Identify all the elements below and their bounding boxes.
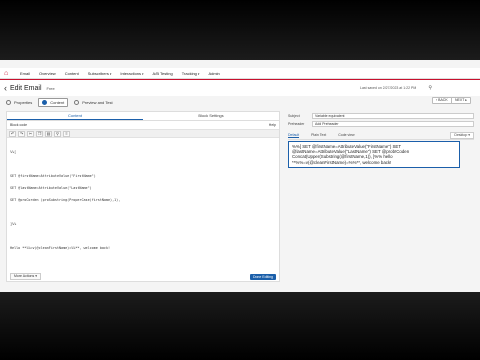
subject-label: Subject: [288, 114, 300, 118]
step-content[interactable]: Content: [38, 97, 69, 107]
top-navigation: ⌂ Email Overview Content Subscribers▾ In…: [0, 68, 480, 79]
copy-icon[interactable]: ❐: [36, 130, 43, 137]
preheader-row: Preheader Add Preheader: [288, 120, 474, 128]
title-bar: ‹ Edit Email Free Last saved on 2/27/202…: [0, 80, 480, 96]
app-screen: ⌂ Email Overview Content Subscribers▾ In…: [0, 60, 480, 292]
pin-icon[interactable]: ⚲: [428, 85, 432, 91]
subject-field[interactable]: Variable equivalent: [312, 113, 474, 119]
preheader-field[interactable]: Add Preheader: [312, 121, 474, 127]
nav-item-overview[interactable]: Overview: [39, 71, 56, 76]
nav-item-email[interactable]: Email: [20, 71, 30, 76]
preview-tabs: Default Plain Text Code view Desktop ▾: [288, 131, 474, 140]
help-link[interactable]: Help: [269, 123, 276, 127]
code-editor[interactable]: %%[ SET @firstName=AttributeValue("First…: [7, 138, 279, 262]
back-arrow-icon[interactable]: ‹: [4, 83, 7, 93]
undo-icon[interactable]: ↶: [9, 130, 16, 137]
paste-icon[interactable]: ▤: [45, 130, 52, 137]
preheader-label: Preheader: [288, 122, 305, 126]
editor-subheader: Block code Help: [7, 121, 279, 129]
tab-code-view[interactable]: Code view: [338, 133, 354, 137]
letterbox-bottom: [0, 292, 480, 360]
wizard-steps: Properties Content Preview and Test: [0, 96, 280, 108]
step-dot-icon: [6, 99, 11, 105]
tab-default[interactable]: Default: [288, 133, 300, 138]
code-toolbar: ↶ ↷ ✂ ❐ ▤ ⚲ ≡: [7, 129, 279, 138]
code-line: ]%%: [10, 222, 17, 226]
cut-icon[interactable]: ✂: [27, 130, 34, 137]
code-line: %%[: [10, 150, 17, 154]
step-properties[interactable]: Properties: [6, 99, 32, 105]
code-line: SET @lastName=AttributeValue("LastName"): [10, 186, 92, 190]
nav-item-admin[interactable]: Admin: [208, 71, 219, 76]
nav-item-subscribers[interactable]: Subscribers▾: [88, 71, 112, 76]
letterbox-top: [0, 0, 480, 60]
code-line: SET @proCorden (proSubstring(ProperCase(…: [10, 198, 121, 202]
email-name: Free: [46, 85, 55, 91]
next-button[interactable]: NEXT ▸: [451, 97, 472, 104]
format-icon[interactable]: ≡: [63, 130, 70, 137]
step-dot-icon: [42, 99, 48, 105]
nav-item-content[interactable]: Content: [65, 71, 79, 76]
code-line: SET @firstName=AttributeValue("FirstName…: [10, 174, 96, 178]
tab-content[interactable]: Content: [7, 112, 143, 120]
more-actions-button[interactable]: More Actions ▾: [10, 273, 41, 280]
redo-icon[interactable]: ↷: [18, 130, 25, 137]
step-preview-test[interactable]: Preview and Test: [74, 99, 113, 105]
email-preview: %%[ SET @firstName=AttributeValue("First…: [288, 141, 460, 168]
nav-item-ab-testing[interactable]: A/B Testing: [153, 71, 173, 76]
tab-block-settings[interactable]: Block Settings: [143, 112, 279, 120]
step-dot-icon: [74, 99, 80, 105]
tab-plain-text[interactable]: Plain Text: [311, 133, 326, 137]
preview-panel: Subject Variable equivalent Preheader Ad…: [288, 112, 474, 282]
block-code-label: Block code: [10, 123, 28, 127]
subject-row: Subject Variable equivalent: [288, 112, 474, 120]
done-editing-button[interactable]: Done Editing: [249, 273, 276, 280]
editor-tabs: Content Block Settings: [7, 112, 279, 121]
video-frame: ⌂ Email Overview Content Subscribers▾ In…: [0, 0, 480, 360]
brand-house-icon[interactable]: ⌂: [4, 70, 11, 77]
search-icon[interactable]: ⚲: [54, 130, 61, 137]
nav-item-interactions[interactable]: Interactions▾: [120, 71, 143, 76]
back-button[interactable]: ‹ BACK: [432, 97, 452, 104]
device-select[interactable]: Desktop ▾: [450, 131, 474, 139]
editor-panel: Content Block Settings Block code Help ↶…: [6, 111, 280, 282]
nav-item-tracking[interactable]: Tracking▾: [182, 71, 200, 76]
last-saved-text: Last saved on 2/27/2023 at 1:22 PM: [360, 86, 417, 90]
code-line: Hello **%%=v(@cleanFirstName)=%%**, welc…: [10, 246, 111, 250]
page-title: Edit Email: [10, 84, 42, 92]
editor-footer: More Actions ▾ Done Editing: [7, 272, 279, 281]
